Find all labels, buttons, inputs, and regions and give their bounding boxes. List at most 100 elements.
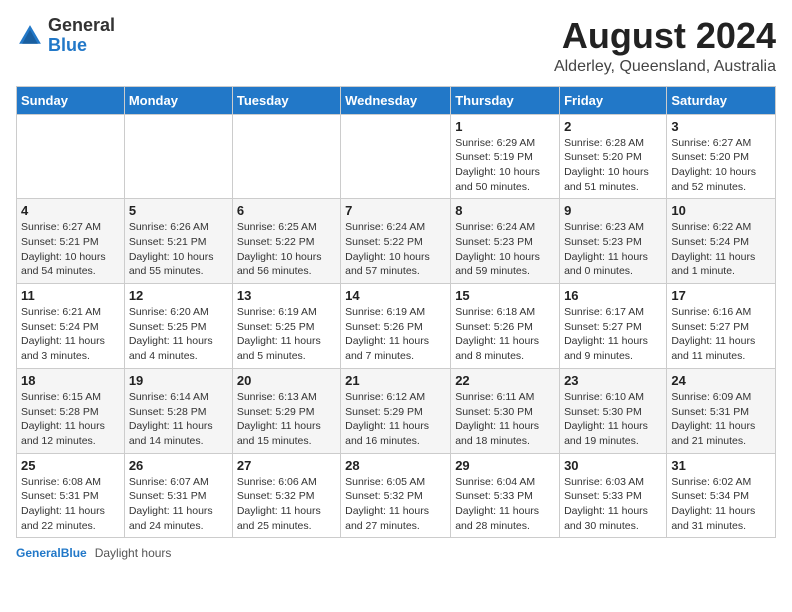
- calendar-cell: 31 Sunrise: 6:02 AMSunset: 5:34 PMDayligh…: [667, 453, 776, 538]
- day-detail: Sunrise: 6:19 AMSunset: 5:25 PMDaylight:…: [237, 305, 336, 364]
- calendar-table: SundayMondayTuesdayWednesdayThursdayFrid…: [16, 86, 776, 539]
- logo-general: General: [48, 15, 115, 35]
- day-number: 24: [671, 373, 771, 388]
- day-number: 6: [237, 203, 336, 218]
- day-detail: Sunrise: 6:15 AMSunset: 5:28 PMDaylight:…: [21, 390, 120, 449]
- day-detail: Sunrise: 6:04 AMSunset: 5:33 PMDaylight:…: [455, 475, 555, 534]
- calendar-cell: 30Sunrise: 6:03 AMSunset: 5:33 PMDayligh…: [560, 453, 667, 538]
- calendar-cell: 15 Sunrise: 6:18 AMSunset: 5:26 PMDayligh…: [451, 284, 560, 369]
- week-row-4: 18 Sunrise: 6:15 AMSunset: 5:28 PMDayligh…: [17, 368, 776, 453]
- day-detail: Sunrise: 6:18 AMSunset: 5:26 PMDaylight:…: [455, 305, 555, 364]
- day-header-thursday: Thursday: [451, 86, 560, 114]
- calendar-cell: 24 Sunrise: 6:09 AMSunset: 5:31 PMDayligh…: [667, 368, 776, 453]
- calendar-cell: 6 Sunrise: 6:25 AMSunset: 5:22 PMDaylight…: [232, 199, 340, 284]
- day-number: 27: [237, 458, 336, 473]
- day-detail: Sunrise: 6:27 AMSunset: 5:20 PMDaylight:…: [671, 136, 771, 195]
- day-detail: Sunrise: 6:23 AMSunset: 5:23 PMDaylight:…: [564, 220, 662, 279]
- day-detail: Sunrise: 6:07 AMSunset: 5:31 PMDaylight:…: [129, 475, 228, 534]
- day-detail: Sunrise: 6:05 AMSunset: 5:32 PMDaylight:…: [345, 475, 446, 534]
- calendar-cell: 3 Sunrise: 6:27 AMSunset: 5:20 PMDaylight…: [667, 114, 776, 199]
- day-number: 14: [345, 288, 446, 303]
- calendar-cell: 1Sunrise: 6:29 AMSunset: 5:19 PMDaylight…: [451, 114, 560, 199]
- calendar-cell: 29 Sunrise: 6:04 AMSunset: 5:33 PMDayligh…: [451, 453, 560, 538]
- day-header-wednesday: Wednesday: [341, 86, 451, 114]
- day-detail: Sunrise: 6:09 AMSunset: 5:31 PMDaylight:…: [671, 390, 771, 449]
- calendar-cell: 27Sunrise: 6:06 AMSunset: 5:32 PMDayligh…: [232, 453, 340, 538]
- calendar-cell: [124, 114, 232, 199]
- day-detail: Sunrise: 6:20 AMSunset: 5:25 PMDaylight:…: [129, 305, 228, 364]
- day-detail: Sunrise: 6:22 AMSunset: 5:24 PMDaylight:…: [671, 220, 771, 279]
- day-detail: Sunrise: 6:10 AMSunset: 5:30 PMDaylight:…: [564, 390, 662, 449]
- day-number: 15: [455, 288, 555, 303]
- calendar-cell: 23 Sunrise: 6:10 AMSunset: 5:30 PMDayligh…: [560, 368, 667, 453]
- day-detail: Sunrise: 6:25 AMSunset: 5:22 PMDaylight:…: [237, 220, 336, 279]
- day-number: 12: [129, 288, 228, 303]
- week-row-5: 25Sunrise: 6:08 AMSunset: 5:31 PMDayligh…: [17, 453, 776, 538]
- footer: GeneralBlue Daylight hours: [16, 546, 776, 560]
- day-number: 26: [129, 458, 228, 473]
- day-detail: Sunrise: 6:24 AMSunset: 5:23 PMDaylight:…: [455, 220, 555, 279]
- day-number: 8: [455, 203, 555, 218]
- day-header-saturday: Saturday: [667, 86, 776, 114]
- day-detail: Sunrise: 6:19 AMSunset: 5:26 PMDaylight:…: [345, 305, 446, 364]
- day-header-friday: Friday: [560, 86, 667, 114]
- day-detail: Sunrise: 6:24 AMSunset: 5:22 PMDaylight:…: [345, 220, 446, 279]
- day-number: 9: [564, 203, 662, 218]
- week-row-1: 1Sunrise: 6:29 AMSunset: 5:19 PMDaylight…: [17, 114, 776, 199]
- day-number: 7: [345, 203, 446, 218]
- calendar-cell: 20Sunrise: 6:13 AMSunset: 5:29 PMDayligh…: [232, 368, 340, 453]
- day-number: 18: [21, 373, 120, 388]
- day-detail: Sunrise: 6:12 AMSunset: 5:29 PMDaylight:…: [345, 390, 446, 449]
- page-header: General Blue August 2024 Alderley, Queen…: [16, 16, 776, 76]
- day-number: 31: [671, 458, 771, 473]
- calendar-cell: 9 Sunrise: 6:23 AMSunset: 5:23 PMDaylight…: [560, 199, 667, 284]
- calendar-cell: 10 Sunrise: 6:22 AMSunset: 5:24 PMDayligh…: [667, 199, 776, 284]
- footer-logo: GeneralBlue: [16, 546, 87, 560]
- day-number: 10: [671, 203, 771, 218]
- logo-blue: Blue: [48, 35, 87, 55]
- day-number: 30: [564, 458, 662, 473]
- calendar-cell: 28 Sunrise: 6:05 AMSunset: 5:32 PMDayligh…: [341, 453, 451, 538]
- day-number: 2: [564, 119, 662, 134]
- title-block: August 2024 Alderley, Queensland, Austra…: [554, 16, 776, 76]
- calendar-cell: 26 Sunrise: 6:07 AMSunset: 5:31 PMDayligh…: [124, 453, 232, 538]
- days-header-row: SundayMondayTuesdayWednesdayThursdayFrid…: [17, 86, 776, 114]
- day-detail: Sunrise: 6:08 AMSunset: 5:31 PMDaylight:…: [21, 475, 120, 534]
- calendar-cell: 19 Sunrise: 6:14 AMSunset: 5:28 PMDayligh…: [124, 368, 232, 453]
- calendar-cell: 2 Sunrise: 6:28 AMSunset: 5:20 PMDaylight…: [560, 114, 667, 199]
- calendar-cell: 7 Sunrise: 6:24 AMSunset: 5:22 PMDaylight…: [341, 199, 451, 284]
- calendar-cell: 12 Sunrise: 6:20 AMSunset: 5:25 PMDayligh…: [124, 284, 232, 369]
- day-number: 16: [564, 288, 662, 303]
- calendar-cell: 18 Sunrise: 6:15 AMSunset: 5:28 PMDayligh…: [17, 368, 125, 453]
- day-number: 23: [564, 373, 662, 388]
- day-header-sunday: Sunday: [17, 86, 125, 114]
- day-number: 21: [345, 373, 446, 388]
- day-detail: Sunrise: 6:27 AMSunset: 5:21 PMDaylight:…: [21, 220, 120, 279]
- logo: General Blue: [16, 16, 115, 56]
- day-detail: Sunrise: 6:28 AMSunset: 5:20 PMDaylight:…: [564, 136, 662, 195]
- day-header-tuesday: Tuesday: [232, 86, 340, 114]
- calendar-title: August 2024: [554, 16, 776, 56]
- day-detail: Sunrise: 6:29 AMSunset: 5:19 PMDaylight:…: [455, 136, 555, 195]
- day-number: 22: [455, 373, 555, 388]
- calendar-cell: 22 Sunrise: 6:11 AMSunset: 5:30 PMDayligh…: [451, 368, 560, 453]
- calendar-cell: [341, 114, 451, 199]
- day-number: 3: [671, 119, 771, 134]
- week-row-3: 11Sunrise: 6:21 AMSunset: 5:24 PMDayligh…: [17, 284, 776, 369]
- calendar-cell: 25Sunrise: 6:08 AMSunset: 5:31 PMDayligh…: [17, 453, 125, 538]
- day-number: 5: [129, 203, 228, 218]
- day-number: 20: [237, 373, 336, 388]
- day-number: 28: [345, 458, 446, 473]
- day-detail: Sunrise: 6:02 AMSunset: 5:34 PMDaylight:…: [671, 475, 771, 534]
- calendar-cell: [17, 114, 125, 199]
- day-number: 29: [455, 458, 555, 473]
- day-detail: Sunrise: 6:14 AMSunset: 5:28 PMDaylight:…: [129, 390, 228, 449]
- calendar-cell: 11Sunrise: 6:21 AMSunset: 5:24 PMDayligh…: [17, 284, 125, 369]
- calendar-cell: 8 Sunrise: 6:24 AMSunset: 5:23 PMDaylight…: [451, 199, 560, 284]
- day-detail: Sunrise: 6:21 AMSunset: 5:24 PMDaylight:…: [21, 305, 120, 364]
- calendar-cell: 4Sunrise: 6:27 AMSunset: 5:21 PMDaylight…: [17, 199, 125, 284]
- day-detail: Sunrise: 6:11 AMSunset: 5:30 PMDaylight:…: [455, 390, 555, 449]
- day-number: 19: [129, 373, 228, 388]
- calendar-cell: 13Sunrise: 6:19 AMSunset: 5:25 PMDayligh…: [232, 284, 340, 369]
- calendar-cell: 21 Sunrise: 6:12 AMSunset: 5:29 PMDayligh…: [341, 368, 451, 453]
